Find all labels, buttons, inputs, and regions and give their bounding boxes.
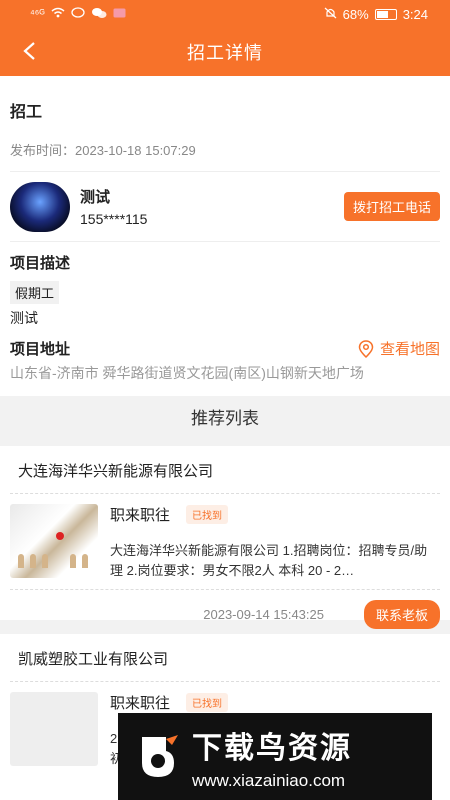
publisher-phone: 155****115 xyxy=(80,211,148,227)
call-button[interactable]: 拨打招工电话 xyxy=(343,192,440,221)
company-name: 大连海洋华兴新能源有限公司 xyxy=(10,446,440,494)
signal-icon: ⁴⁶ᴳ xyxy=(30,8,45,20)
address-title: 项目地址 xyxy=(10,341,71,358)
publisher-row: 测试 155****115 拨打招工电话 xyxy=(10,172,440,242)
recommend-title: 推荐列表 xyxy=(191,409,259,428)
job-description: 测试 xyxy=(10,310,38,326)
watermark-banner: 下载鸟资源 www.xiazainiao.com xyxy=(118,713,432,800)
status-badge: 已找到 xyxy=(186,505,229,524)
watermark-title: 下载鸟资源 xyxy=(192,731,352,765)
job-detail-card: 招工 发布时间：2023-10-18 15:07:29 测试 155****11… xyxy=(0,76,450,396)
desc-title: 项目描述 xyxy=(10,255,71,272)
company-name: 凯威塑胶工业有限公司 xyxy=(10,634,440,682)
contact-boss-button[interactable]: 联系老板 xyxy=(363,600,440,629)
battery-icon xyxy=(374,8,397,20)
bird-logo-icon xyxy=(142,734,178,777)
job-summary: 大连海洋华兴新能源有限公司 1.招聘岗位：招聘专员/助理 2.岗位要求：男女不限… xyxy=(110,543,428,578)
job-thumbnail xyxy=(10,504,98,578)
app-header: ⁴⁶ᴳ 68% 3:24 招工详情 xyxy=(0,0,450,76)
mute-icon xyxy=(324,7,337,22)
battery-fill xyxy=(376,10,389,18)
job-title: 职来职往 xyxy=(110,507,171,524)
status-badge: 已找到 xyxy=(186,693,229,712)
job-heading: 招工 xyxy=(10,104,43,121)
status-bar: ⁴⁶ᴳ 68% 3:24 xyxy=(0,0,450,28)
location-pin-icon xyxy=(358,339,374,358)
chat-icon xyxy=(71,6,85,22)
publisher-name: 测试 xyxy=(80,189,111,206)
message-icon xyxy=(113,8,126,21)
job-time: 2023-09-14 15:43:25 xyxy=(203,607,324,622)
job-type-tag: 假期工 xyxy=(10,281,60,304)
job-title: 职来职往 xyxy=(110,695,171,712)
watermark-url: www.xiazainiao.com xyxy=(192,770,346,790)
back-button[interactable] xyxy=(14,36,44,66)
publish-time: 发布时间：2023-10-18 15:07:29 xyxy=(10,140,440,172)
view-map-label: 查看地图 xyxy=(379,341,440,358)
wechat-icon xyxy=(91,7,107,22)
wifi-icon xyxy=(51,7,65,21)
battery-percent: 68% xyxy=(342,6,369,22)
page-title: 招工详情 xyxy=(187,43,263,63)
avatar xyxy=(10,181,70,232)
job-thumbnail xyxy=(10,692,98,766)
chevron-left-icon xyxy=(23,42,35,60)
address-text: 山东省-济南市 舜华路街道贤文花园(南区)山钢新天地广场 xyxy=(10,365,364,381)
view-map-link[interactable]: 查看地图 xyxy=(358,338,440,359)
job-card[interactable]: 大连海洋华兴新能源有限公司 职来职往 已找到 大连海洋华兴新能源有限公司 1.招… xyxy=(0,446,450,629)
clock: 3:24 xyxy=(402,6,428,22)
